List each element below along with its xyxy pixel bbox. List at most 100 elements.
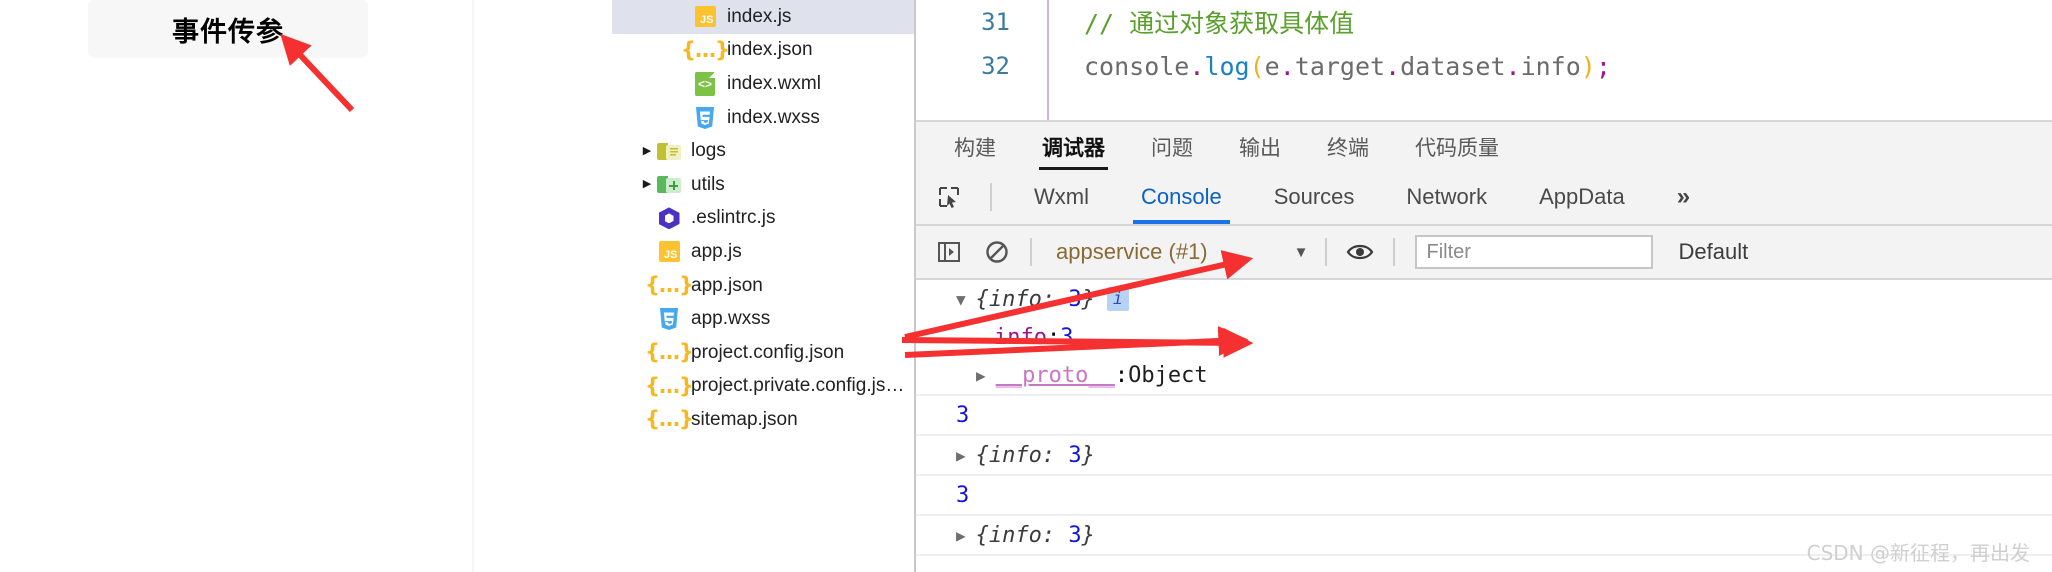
code-comment-token: // 通过对象获取具体值 [1084,9,1355,38]
expand-chevron-icon[interactable]: ▶ [638,145,656,157]
devtools-subtab-wxml[interactable]: Wxml [1034,170,1089,224]
editor-gutter-divider [1047,0,1049,120]
simulator-panel-divider [472,0,474,572]
log-value: 3 [956,482,970,508]
devtools-subtab-sources[interactable]: Sources [1274,170,1355,224]
file-name-label: .eslintrc.js [691,207,776,229]
live-expression-icon[interactable] [1343,235,1377,269]
file-tree-item-index-wxml[interactable]: ▶<>index.wxml [612,67,915,101]
file-name-label: app.js [691,240,742,262]
file-name-label: project.config.json [691,341,845,363]
devtools-subtab-console[interactable]: Console [1133,170,1230,224]
subtab-group[interactable]: Wxml Console Sources Network AppData [1008,170,1651,224]
event-param-button-label: 事件传参 [172,16,284,48]
code-token: . [1279,51,1295,81]
file-tree-item-app-wxss[interactable]: ▶app.wxss [612,302,915,336]
file-name-label: sitemap.json [691,408,798,430]
code-token: target [1294,51,1386,81]
more-tabs-chevron-icon[interactable]: » [1677,183,1690,211]
json-icon: {…} [681,37,730,62]
console-sidebar-icon[interactable] [932,235,966,269]
file-tree-item-index-wxss[interactable]: ▶index.wxss [612,101,915,135]
console-toolbar[interactable]: appservice (#1) ▼ Filter Default [916,226,2052,280]
file-tree-item-utils[interactable]: ▶ utils [612,168,915,202]
file-tree-item--eslintrc-js[interactable]: ▶.eslintrc.js [612,202,915,236]
console-log-value[interactable]: 3 [916,476,2052,516]
clear-console-icon[interactable] [980,235,1014,269]
file-explorer-panel[interactable]: ▶ JS index.js ▶{…}index.json ▶ <> index.wxml ▶i… [612,0,915,572]
expand-chevron-icon[interactable]: ▶ [956,526,966,545]
file-tree-item-app-json[interactable]: ▶{…}app.json [612,269,915,303]
json-icon: {…} [645,407,694,432]
file-tree-list[interactable]: ▶ JS index.js ▶{…}index.json ▶ <> index.wxml ▶i… [612,0,915,437]
object-preview: {info: 3} [975,522,1095,548]
folder-logs-icon [656,139,682,163]
file-tree-item-index-json[interactable]: ▶{…}index.json [612,34,915,68]
code-line: 32 console.log(e.target.dataset.info); [916,44,2052,88]
file-tree-item-index-js[interactable]: ▶JSindex.js [612,0,915,34]
line-number: 31 [981,8,1010,36]
app-window: 事件传参 ▶JSindex.js▶{…}index.json▶<>index.w… [0,0,2052,572]
devtools-tab-2[interactable]: 问题 [1151,132,1193,170]
key-separator: : [1114,362,1129,388]
console-filter-placeholder: Filter [1426,240,1471,263]
code-line: 31 // 通过对象获取具体值 [916,0,2052,44]
csdn-watermark: CSDN @新征程，再出发 [1806,541,2030,565]
code-token: e [1264,51,1280,81]
expand-chevron-icon[interactable]: ▶ [638,179,656,190]
file-name-label: project.private.config.js… [691,375,905,397]
log-value: 3 [956,402,970,428]
devtools-tab-0[interactable]: 构建 [954,132,996,170]
property-value: 3 [1060,324,1074,350]
devtools-subtab-network[interactable]: Network [1406,170,1487,224]
expand-chevron-icon[interactable]: ▶ [956,446,966,465]
js-icon: JS [656,240,682,264]
console-toolbar-separator-2 [1324,238,1327,266]
file-tree-item-logs[interactable]: ▶ logs [612,134,915,168]
console-context-select[interactable]: appservice (#1) ▼ [1056,239,1309,265]
expand-chevron-icon[interactable]: ▶ [976,366,986,385]
file-tree-item-project-config-json[interactable]: ▶{…}project.config.json [612,336,915,370]
file-tree-item-sitemap-json[interactable]: ▶{…}sitemap.json [612,403,915,437]
file-name-label: app.json [691,274,763,296]
chevron-down-icon[interactable]: ▼ [1294,244,1309,261]
devtools-subtabbar[interactable]: Wxml Console Sources Network AppData » [916,170,2052,226]
code-line-text[interactable]: console.log(e.target.dataset.info); [1036,52,1611,81]
console-proto-row[interactable]: ▶ __proto__: Object [916,356,2052,394]
console-property-row[interactable]: info: 3 [916,318,2052,356]
subtab-separator [990,183,992,211]
devtools-tab-5[interactable]: 代码质量 [1415,132,1499,170]
devtools-tab-4[interactable]: 终端 [1327,132,1369,170]
console-log-object-collapsed[interactable]: ▶ {info: 3} [916,436,2052,476]
console-filter-input[interactable]: Filter [1414,235,1653,269]
file-name-label: index.json [727,39,813,61]
console-output-list[interactable]: ▼ {info: 3} i info: 3 ▶ __proto__: Object 3 ▶ {i… [916,280,2052,556]
wxml-icon: <> [692,71,718,96]
collapse-chevron-icon[interactable]: ▼ [956,290,966,309]
console-toolbar-separator-3 [1392,238,1395,266]
console-level-select[interactable]: Default [1679,239,1749,265]
inspect-element-icon[interactable] [934,182,964,212]
code-token: . [1189,51,1205,81]
event-param-button[interactable]: 事件传参 [88,0,368,58]
code-line-text[interactable]: // 通过对象获取具体值 [1036,4,1354,40]
file-tree-item-project-private-config-js-[interactable]: ▶{…}project.private.config.js… [612,370,915,404]
code-token: . [1505,51,1521,81]
devtools-subtab-appdata[interactable]: AppData [1539,170,1625,224]
file-tree-item-app-js[interactable]: ▶JSapp.js [612,235,915,269]
file-name-label: app.wxss [691,308,771,330]
devtools-tab-1[interactable]: 调试器 [1039,132,1108,170]
code-token: ) [1580,51,1596,81]
devtools-panel-tabbar[interactable]: 构建 调试器 问题 输出 终端 代码质量 [916,122,2052,170]
devtools-tab-3[interactable]: 输出 [1239,132,1281,170]
console-log-value[interactable]: 3 [916,396,2052,436]
line-number: 32 [981,52,1010,80]
code-editor[interactable]: 31 // 通过对象获取具体值 32 console.log(e.target.dat… [916,0,2052,120]
eslint-icon [656,206,682,230]
simulator-preview-panel: 事件传参 [0,0,620,572]
console-log-object-expanded[interactable]: ▼ {info: 3} i [916,280,2052,318]
json-icon: {…} [645,273,694,298]
code-token: info [1520,51,1581,81]
code-token: console [1084,51,1190,81]
editor-and-devtools-pane: 31 // 通过对象获取具体值 32 console.log(e.target.dat… [916,0,2052,572]
